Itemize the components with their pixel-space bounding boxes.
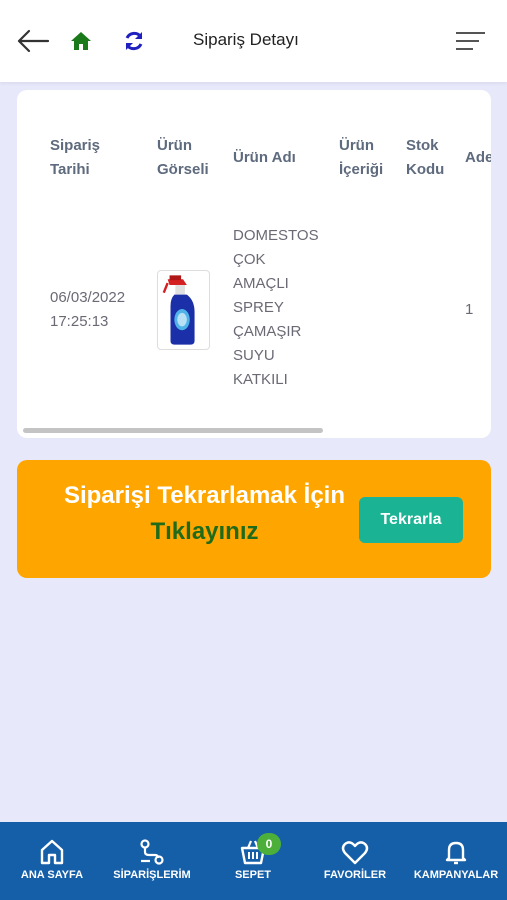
- order-table: Sipariş Tarihi Ürün Görseli Ürün Adı Ürün İ…: [17, 90, 491, 438]
- nav-item-campaigns[interactable]: KAMPANYALAR: [406, 822, 506, 900]
- product-name-cell: DOMESTOS ÇOK AMAÇLI SPREY ÇAMAŞIR SUYU K…: [233, 227, 319, 388]
- col-header-product-name: Ürün Adı: [233, 149, 296, 166]
- nav-item-favorites[interactable]: FAVORİLER: [312, 822, 398, 900]
- home-icon[interactable]: [69, 30, 93, 52]
- nav-item-basket[interactable]: SEPET 0: [210, 822, 296, 900]
- repeat-order-banner: Siparişi Tekrarlamak İçin Tıklayınız Tek…: [17, 460, 491, 578]
- menu-icon[interactable]: [453, 28, 487, 54]
- product-image[interactable]: [157, 270, 210, 350]
- nav-label: SİPARİŞLERİM: [113, 869, 191, 881]
- nav-label: KAMPANYALAR: [413, 869, 499, 881]
- horizontal-scrollbar[interactable]: [23, 428, 323, 433]
- col-header-order-date: Sipariş Tarihi: [50, 137, 101, 178]
- heart-icon: [341, 841, 369, 865]
- bottom-nav: ANA SAYFA SİPARİŞLERİM SEPET 0 FAVORİLER…: [0, 822, 507, 900]
- orders-icon: [140, 839, 164, 865]
- order-date-cell: 06/03/2022 17:25:13: [50, 289, 126, 330]
- quantity-cell: 1: [465, 301, 474, 318]
- basket-count-badge: 0: [257, 833, 281, 855]
- col-header-product-image: Ürün Görseli: [157, 137, 209, 178]
- repeat-order-button[interactable]: Tekrarla: [359, 497, 463, 543]
- nav-label: FAVORİLER: [323, 869, 387, 881]
- back-arrow-icon[interactable]: [16, 28, 50, 54]
- app-header: Sipariş Detayı: [0, 0, 507, 82]
- spray-bottle-icon: [162, 275, 195, 345]
- col-header-stock-code: Stok Kodu: [406, 137, 445, 178]
- col-header-quantity: Ade: [465, 149, 491, 166]
- nav-label: ANA SAYFA: [20, 869, 84, 881]
- banner-text-line2[interactable]: Tıklayınız: [52, 518, 357, 546]
- nav-item-orders[interactable]: SİPARİŞLERİM: [104, 822, 200, 900]
- banner-text-line1: Siparişi Tekrarlamak İçin: [63, 482, 346, 509]
- nav-item-home[interactable]: ANA SAYFA: [10, 822, 94, 900]
- col-header-product-content: Ürün İçeriği: [339, 137, 384, 178]
- nav-label: SEPET: [234, 869, 272, 881]
- page-title: Sipariş Detayı: [193, 30, 299, 49]
- refresh-icon[interactable]: [122, 29, 146, 53]
- home-icon: [40, 839, 64, 865]
- bell-icon: [445, 841, 467, 865]
